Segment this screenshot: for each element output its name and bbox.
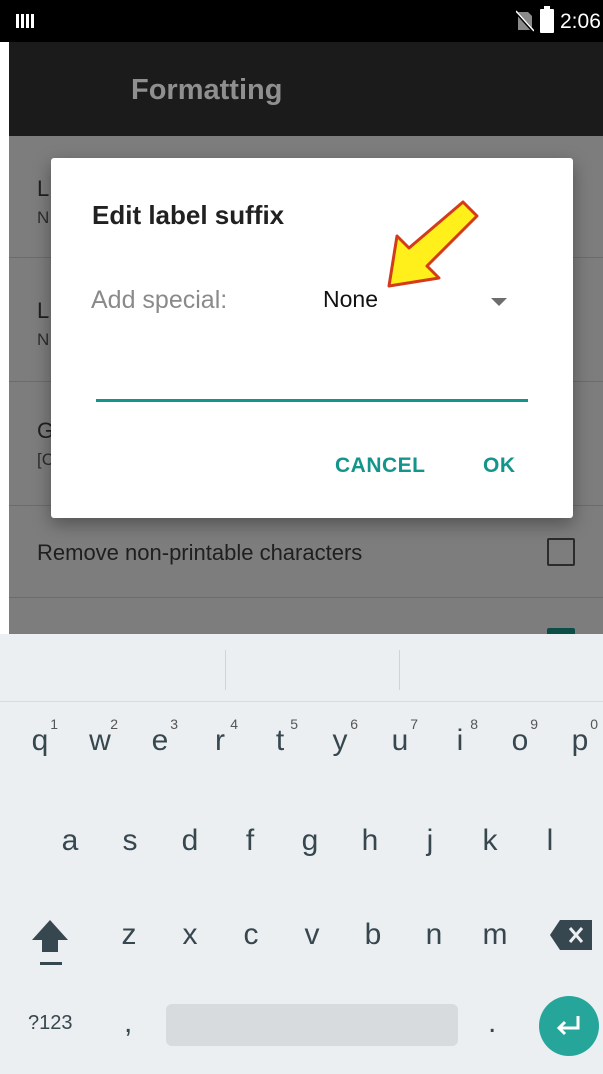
key-hint: 9 xyxy=(530,716,538,732)
page-title: Formatting xyxy=(131,74,283,106)
key-c[interactable]: c xyxy=(228,918,274,952)
battery-icon xyxy=(540,6,554,33)
enter-key[interactable] xyxy=(539,996,599,1056)
key-hint: 4 xyxy=(230,716,238,732)
symbols-key[interactable]: ?123 xyxy=(28,1012,73,1035)
shift-icon[interactable] xyxy=(28,916,72,968)
backspace-icon[interactable] xyxy=(550,920,592,950)
comma-key[interactable]: , xyxy=(124,1006,132,1040)
suffix-input[interactable] xyxy=(96,368,528,402)
key-y[interactable]: 6y xyxy=(316,716,364,758)
key-i[interactable]: 8i xyxy=(436,716,484,758)
period-key[interactable]: . xyxy=(488,1006,496,1040)
key-f[interactable]: f xyxy=(228,824,272,858)
key-hint: 6 xyxy=(350,716,358,732)
key-hint: 7 xyxy=(410,716,418,732)
row-title: L xyxy=(37,298,50,323)
suggestion-strip xyxy=(0,634,603,702)
key-hint: 5 xyxy=(290,716,298,732)
cancel-button[interactable]: CANCEL xyxy=(335,454,426,478)
key-b[interactable]: b xyxy=(350,918,396,952)
no-sim-icon xyxy=(516,10,534,32)
arrow-annotation-icon xyxy=(387,200,479,288)
notification-icon xyxy=(16,14,34,28)
dropdown-arrow-icon xyxy=(491,298,507,306)
edit-label-suffix-dialog: Edit label suffix Add special: None CANC… xyxy=(51,158,573,518)
key-m[interactable]: m xyxy=(472,918,518,952)
key-d[interactable]: d xyxy=(168,824,212,858)
key-g[interactable]: g xyxy=(288,824,332,858)
key-u[interactable]: 7u xyxy=(376,716,424,758)
key-n[interactable]: n xyxy=(411,918,457,952)
ok-button[interactable]: OK xyxy=(483,454,516,478)
key-h[interactable]: h xyxy=(348,824,392,858)
key-q[interactable]: 1q xyxy=(16,716,64,758)
key-w[interactable]: 2w xyxy=(76,716,124,758)
key-j[interactable]: j xyxy=(408,824,452,858)
suggestion-divider xyxy=(225,650,226,690)
key-hint: 3 xyxy=(170,716,178,732)
row-title: L xyxy=(37,176,50,201)
key-x[interactable]: x xyxy=(167,918,213,952)
key-hint: 1 xyxy=(50,716,58,732)
status-bar: 2:06 xyxy=(0,0,603,42)
key-k[interactable]: k xyxy=(468,824,512,858)
key-a[interactable]: a xyxy=(48,824,92,858)
key-v[interactable]: v xyxy=(289,918,335,952)
key-hint: 8 xyxy=(470,716,478,732)
settings-row-5[interactable] xyxy=(9,598,603,656)
key-z[interactable]: z xyxy=(106,918,152,952)
key-l[interactable]: l xyxy=(528,824,572,858)
key-hint: 0 xyxy=(590,716,598,732)
row-subtitle: N xyxy=(37,330,50,349)
dialog-title: Edit label suffix xyxy=(92,200,285,230)
key-hint: 2 xyxy=(110,716,118,732)
status-time: 2:06 xyxy=(560,10,601,33)
add-special-label: Add special: xyxy=(91,286,228,314)
key-e[interactable]: 3e xyxy=(136,716,184,758)
key-r[interactable]: 4r xyxy=(196,716,244,758)
soft-keyboard: 1q 2w 3e 4r 5t 6y 7u 8i 9o 0p asdfghjkl zxcvbnm ?… xyxy=(0,634,603,1074)
key-t[interactable]: 5t xyxy=(256,716,304,758)
row-subtitle: N xyxy=(37,208,50,227)
enter-icon xyxy=(556,1016,580,1036)
key-o[interactable]: 9o xyxy=(496,716,544,758)
space-key[interactable] xyxy=(166,1004,458,1046)
settings-row-remove-nonprintable[interactable]: Remove non-printable characters xyxy=(9,506,603,598)
key-s[interactable]: s xyxy=(108,824,152,858)
row-title: Remove non-printable characters xyxy=(37,540,363,565)
remove-nonprintable-checkbox[interactable] xyxy=(547,538,575,566)
app-bar: Formatting xyxy=(9,42,603,136)
suggestion-divider xyxy=(399,650,400,690)
add-special-value: None xyxy=(323,286,378,312)
key-p[interactable]: 0p xyxy=(556,716,603,758)
